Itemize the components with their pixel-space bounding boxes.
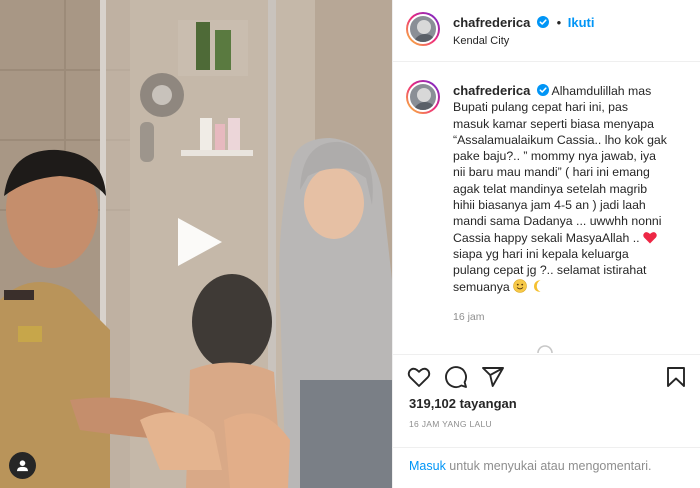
follow-button[interactable]: Ikuti	[568, 15, 595, 30]
login-prompt: Masuk untuk menyukai atau mengomentari.	[393, 447, 700, 488]
header-line: chafrederica • Ikuti	[453, 15, 595, 30]
caption-line: nii baru mau mandi” ( hari ini emang	[453, 165, 650, 180]
share-button[interactable]	[481, 365, 505, 389]
caption-author-avatar[interactable]	[406, 80, 440, 114]
caption-line: hihii biasanya jam 4-5 an ) jadi laah	[453, 198, 646, 213]
view-count[interactable]: 319,102 tayangan	[409, 396, 517, 411]
play-icon	[178, 218, 222, 266]
author-username[interactable]: chafrederica	[453, 15, 530, 30]
caption-line: semuanya	[453, 279, 510, 294]
login-link[interactable]: Masuk	[409, 459, 446, 473]
caption-line: siapa yg hari ini kepala keluarga	[453, 246, 629, 261]
caption-text: chafrederica Alhamdulillah mas Bupati pu…	[453, 83, 691, 295]
caption-line: masuk kamar seperti biasa menyapa	[453, 116, 654, 131]
author-avatar[interactable]	[406, 12, 440, 46]
heart-emoji-icon	[643, 231, 657, 244]
post-timestamp[interactable]: 16 JAM YANG LALU	[409, 419, 492, 429]
comment-button[interactable]	[444, 365, 468, 389]
caption-line: Cassia happy sekali MasyaAllah ..	[453, 230, 640, 245]
user-icon	[16, 460, 29, 472]
caption-line: Bupati pulang cepat hari ini, pas	[453, 100, 629, 115]
tagged-users-button[interactable]	[9, 452, 36, 479]
verified-badge-icon	[536, 16, 549, 28]
caption-timestamp: 16 jam	[453, 311, 485, 323]
save-button[interactable]	[664, 365, 688, 389]
post-actions: 319,102 tayangan 16 JAM YANG LALU Masuk …	[393, 354, 700, 488]
verified-badge-icon	[536, 84, 549, 96]
post-side-panel: chafrederica • Ikuti Kendal City chafred…	[392, 0, 700, 488]
caption-line: pake baju?.. ” mommy nya jawab, iya	[453, 149, 656, 164]
post-header: chafrederica • Ikuti Kendal City	[393, 0, 700, 62]
smile-emoji-icon	[513, 278, 527, 293]
play-button[interactable]	[170, 214, 226, 270]
caption-line: agak telat mandinya setelah magrib	[453, 181, 648, 196]
caption-line: pulang cepat jg ?.. selamat istirahat	[453, 263, 647, 278]
comment-icon	[445, 366, 467, 389]
moon-emoji-icon	[533, 279, 541, 292]
login-prompt-text: untuk menyukai atau mengomentari.	[445, 459, 652, 473]
caption-line: “Assalamualaikum Cassia.. lho kok gak	[453, 132, 667, 147]
separator-dot: •	[556, 15, 562, 30]
caption-username[interactable]: chafrederica	[453, 83, 530, 98]
loading-spinner-icon	[536, 344, 554, 353]
heart-icon	[407, 367, 431, 387]
caption-line: mandi sama Dadanya ... uwwhh nonni	[453, 214, 662, 229]
share-icon	[482, 367, 504, 387]
bookmark-icon	[667, 367, 685, 387]
caption-line: Alhamdulillah mas	[551, 84, 652, 98]
location-link[interactable]: Kendal City	[453, 35, 509, 47]
post-video[interactable]	[0, 0, 392, 488]
like-button[interactable]	[407, 365, 431, 389]
